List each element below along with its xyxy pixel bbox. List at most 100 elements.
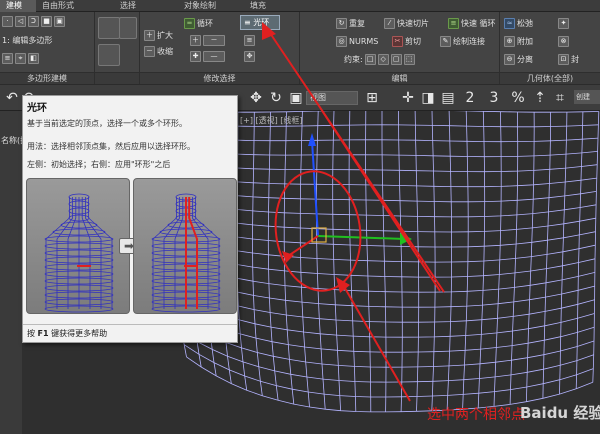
ring-icon: ≡ bbox=[244, 18, 254, 27]
shrink-button[interactable]: － 收缩 bbox=[144, 45, 173, 58]
constraints-row: 约束: □ ◇ ▢ ⬚ bbox=[344, 53, 415, 66]
tab-populate[interactable]: 填充 bbox=[244, 0, 294, 12]
nurms-icon: ◎ bbox=[336, 36, 347, 47]
minus-icon[interactable]: － bbox=[203, 35, 225, 46]
tooltip-footer: 按 F1 键获得更多帮助 bbox=[23, 324, 237, 342]
tab-object-paint[interactable]: 对象绘制 bbox=[178, 0, 244, 12]
tooltip-description: 基于当前选定的顶点，选择一个或多个环形。 bbox=[27, 119, 187, 128]
y-axis[interactable] bbox=[317, 235, 406, 240]
relax-button[interactable]: ≈ 松弛 bbox=[504, 17, 533, 30]
loop-icon: ═ bbox=[184, 18, 195, 29]
percent-snap-icon[interactable]: % bbox=[510, 90, 526, 106]
bottle-before-illustration bbox=[44, 193, 114, 313]
nurms-button[interactable]: ◎ NURMS bbox=[336, 35, 378, 48]
keyboard-shortcut-icon[interactable]: ◨ bbox=[420, 90, 436, 106]
modify-selection-group: ═ 循环 ≡ 光环 ＋ 扩大 － 收缩 ＋ － ✚ — ≡ ✥ 修改选择 bbox=[140, 12, 300, 84]
quickslice-icon: ⁄ bbox=[384, 18, 395, 29]
select-manipulate-icon[interactable]: ✛ bbox=[400, 90, 416, 106]
quickloop-icon: ≡ bbox=[448, 18, 459, 29]
collapse-icon: ⊗ bbox=[558, 36, 569, 47]
move-icon[interactable]: ✥ bbox=[248, 90, 264, 106]
constraint-edge-icon[interactable]: ◇ bbox=[377, 54, 389, 65]
rotate-icon[interactable]: ↻ bbox=[268, 90, 284, 106]
ring-button[interactable]: ≡ 光环 bbox=[240, 15, 280, 30]
watermark-logo: Baidu 经验 bbox=[520, 404, 600, 422]
cap-button[interactable]: ⊡ 封 bbox=[558, 53, 579, 66]
gizmo-plane[interactable] bbox=[311, 227, 327, 243]
grid-icon[interactable] bbox=[98, 44, 120, 66]
loop-spinner-row: ＋ － bbox=[190, 34, 225, 47]
quickslice-button[interactable]: ⁄ 快速切片 bbox=[384, 17, 429, 30]
cut-button[interactable]: ✂ 剪切 bbox=[392, 35, 421, 48]
repeat-icon: ↻ bbox=[336, 18, 347, 29]
reference-coordinate-dropdown[interactable]: 视图 bbox=[306, 91, 358, 105]
ring-spinner-row: ✚ — bbox=[190, 50, 225, 63]
snap-toggle-icon[interactable]: 2 bbox=[462, 90, 478, 106]
attach-button[interactable]: ⊕ 附加 bbox=[504, 35, 533, 48]
pin-icon[interactable]: ⌖ bbox=[15, 53, 26, 64]
create-selection-set-dropdown[interactable]: 创建 bbox=[574, 90, 600, 104]
preserve-uv-icon[interactable] bbox=[98, 17, 120, 39]
attach-icon: ⊕ bbox=[504, 36, 515, 47]
grow-icon: ＋ bbox=[144, 30, 155, 41]
ribbon-tabs: 建模 自由形式 选择 对象绘制 填充 bbox=[0, 0, 600, 12]
tooltip-usage: 用法：选择相邻顶点集，然后应用以选择环形。 bbox=[27, 142, 195, 151]
paint-connect-icon: ✎ bbox=[440, 36, 451, 47]
plus-ring-icon[interactable]: ✚ bbox=[190, 51, 201, 62]
spinner-snap-icon[interactable]: ⇡ bbox=[532, 90, 548, 106]
vertex-icon[interactable]: · bbox=[2, 16, 13, 27]
quickloop-button[interactable]: ≡ 快速 循环 bbox=[448, 17, 496, 30]
create-tool-button[interactable]: ✦ bbox=[558, 17, 569, 30]
loop-button[interactable]: ═ 循环 bbox=[184, 17, 213, 30]
keyboard-override-icon[interactable]: ▤ bbox=[440, 90, 456, 106]
pivot-icon[interactable]: ⊞ bbox=[364, 90, 380, 106]
constraint-face-icon[interactable]: ▢ bbox=[390, 54, 402, 65]
ribbon: · ◁ Ɔ ■ ▣ 1: 编辑多边形 ≡ ⌖ ◧ 多边形建模 ═ 循环 ≡ 光环… bbox=[0, 12, 600, 84]
tooltip-image-before bbox=[26, 178, 130, 314]
x-axis[interactable] bbox=[287, 235, 319, 257]
undo-icon[interactable]: ↶ bbox=[4, 90, 20, 106]
constraint-normal-icon[interactable]: ⬚ bbox=[403, 54, 415, 65]
minus-ring-icon[interactable]: — bbox=[203, 51, 225, 62]
viewport-label[interactable]: [+] [透视] [线框] bbox=[240, 115, 303, 126]
detach-button[interactable]: ⊖ 分离 bbox=[504, 53, 533, 66]
modeling-tools: ≡ ⌖ ◧ bbox=[2, 52, 39, 65]
tab-modeling[interactable]: 建模 bbox=[0, 0, 36, 12]
cut-icon: ✂ bbox=[392, 36, 403, 47]
scale-icon[interactable]: ▣ bbox=[288, 90, 304, 106]
element-icon[interactable]: ▣ bbox=[54, 16, 65, 27]
relax-icon: ≈ bbox=[504, 18, 515, 29]
repeat-last-icon[interactable] bbox=[119, 17, 137, 39]
annotation-text: 选中两个相邻点 bbox=[427, 407, 525, 423]
border-icon[interactable]: Ɔ bbox=[28, 16, 39, 27]
edge-icon[interactable]: ◁ bbox=[15, 16, 26, 27]
ring-shift-icon[interactable]: ✥ bbox=[244, 51, 255, 62]
tab-freeform[interactable]: 自由形式 bbox=[36, 0, 108, 12]
grow-button[interactable]: ＋ 扩大 bbox=[144, 29, 173, 42]
group-label-blank bbox=[95, 72, 139, 84]
named-selection-icon[interactable]: ⌗ bbox=[552, 90, 568, 106]
polygon-icon[interactable]: ■ bbox=[41, 16, 52, 27]
subobject-icons: · ◁ Ɔ ■ ▣ bbox=[2, 15, 65, 28]
ring-step-icon[interactable]: ≡ bbox=[244, 35, 255, 46]
ring-tooltip: 光环 基于当前选定的顶点，选择一个或多个环形。 用法：选择相邻顶点集，然后应用以… bbox=[22, 95, 238, 343]
tab-selection[interactable]: 选择 bbox=[114, 0, 162, 12]
paint-connect-button[interactable]: ✎ 绘制连接 bbox=[440, 35, 485, 48]
edit-poly-dropdown[interactable]: 1: 编辑多边形 bbox=[2, 34, 92, 47]
repeat-button[interactable]: ↻ 重复 bbox=[336, 17, 365, 30]
stack-icon[interactable]: ≡ bbox=[2, 53, 13, 64]
constraint-none-icon[interactable]: □ bbox=[364, 54, 376, 65]
annotation-arrow-to-circle bbox=[341, 282, 411, 402]
tooltip-left-right: 左侧：初始选择；右侧：应用"环形"之后 bbox=[27, 160, 171, 169]
tool-icons-group bbox=[95, 12, 140, 84]
angle-snap-icon[interactable]: 3 bbox=[486, 90, 502, 106]
mesh-row bbox=[181, 332, 594, 383]
edit-group: ↻ 重复 ⁄ 快速切片 ≡ 快速 循环 ◎ NURMS ✂ 剪切 ✎ 绘制连接 bbox=[300, 12, 500, 84]
app-window: 建模 自由形式 选择 对象绘制 填充 · ◁ Ɔ ■ ▣ 1: 编辑多边形 ≡ … bbox=[0, 0, 600, 434]
plus-icon[interactable]: ＋ bbox=[190, 35, 201, 46]
detach-icon: ⊖ bbox=[504, 54, 515, 65]
show-end-icon[interactable]: ◧ bbox=[28, 53, 39, 64]
collapse-button[interactable]: ⊗ bbox=[558, 35, 569, 48]
group-label-geometry: 几何体(全部) bbox=[500, 72, 600, 84]
z-axis-arrow[interactable] bbox=[308, 133, 316, 146]
